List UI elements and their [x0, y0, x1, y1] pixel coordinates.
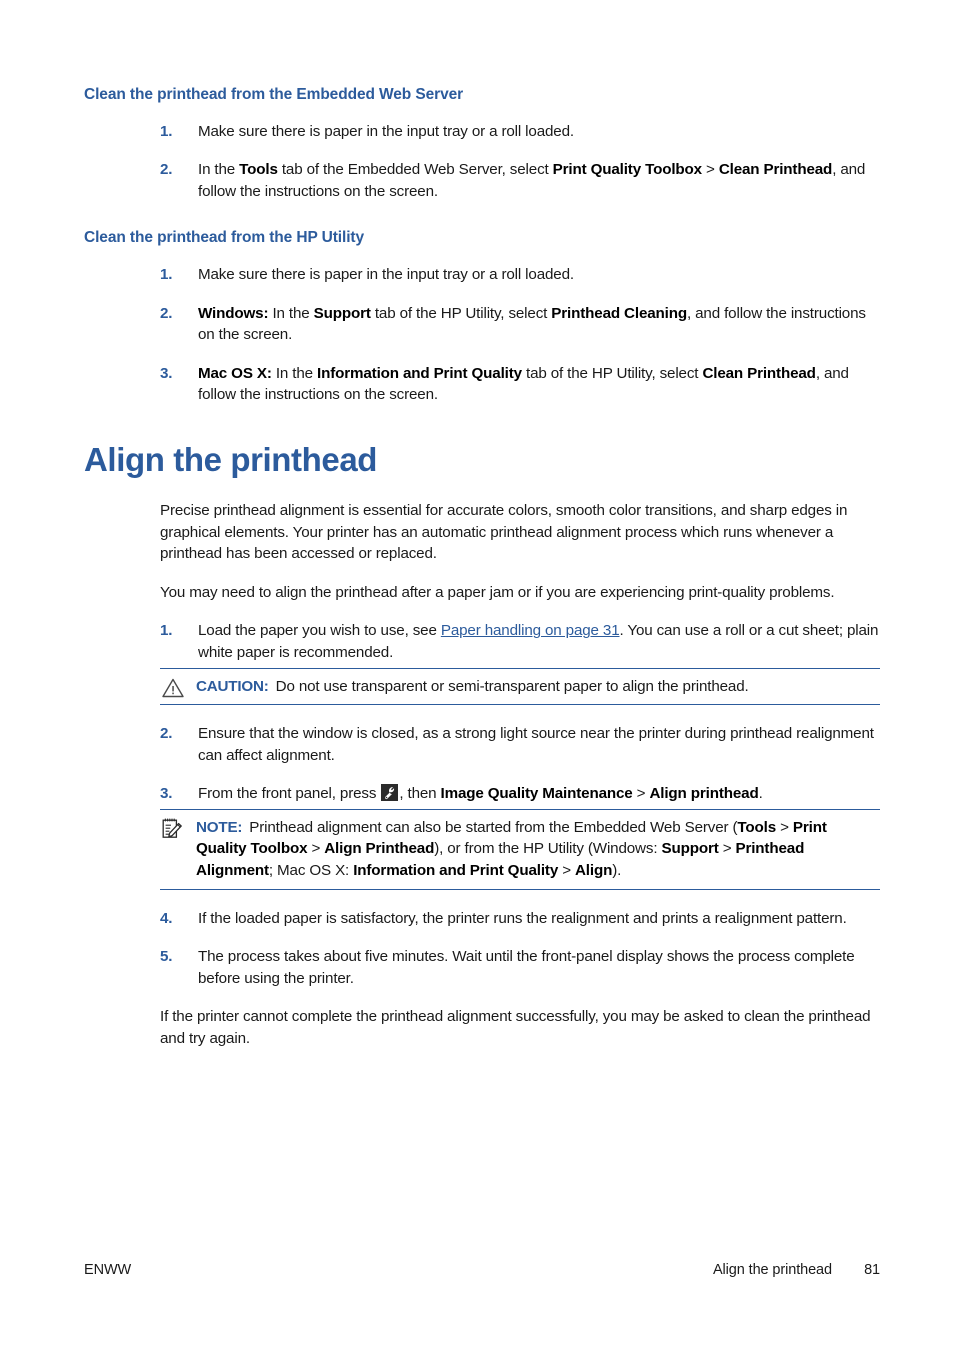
list-text: The process takes about five minutes. Wa… — [198, 948, 855, 987]
list-text: Make sure there is paper in the input tr… — [198, 265, 574, 283]
list-item: 4. If the loaded paper is satisfactory, … — [84, 908, 880, 930]
page-content: Clean the printhead from the Embedded We… — [84, 86, 880, 1067]
list-item: 2. Ensure that the window is closed, as … — [84, 723, 880, 766]
list-text: Windows: In the Support tab of the HP Ut… — [198, 304, 866, 344]
ews-steps-list: 1. Make sure there is paper in the input… — [84, 121, 880, 203]
list-text: In the Tools tab of the Embedded Web Ser… — [198, 161, 866, 200]
align-steps-list-part1: 1. Load the paper you wish to use, see P… — [84, 620, 880, 663]
document-page: Clean the printhead from the Embedded We… — [0, 0, 954, 1350]
list-text: Ensure that the window is closed, as a s… — [198, 725, 874, 764]
heading-clean-printhead-hp-utility: Clean the printhead from the HP Utility — [84, 229, 365, 247]
footer-page-number: 81 — [864, 1262, 880, 1278]
intro-paragraph-1: Precise printhead alignment is essential… — [160, 502, 848, 563]
list-item: 1. Make sure there is paper in the input… — [84, 121, 880, 143]
list-text: Mac OS X: In the Information and Print Q… — [198, 364, 849, 404]
list-number: 5. — [160, 948, 173, 966]
list-text: From the front panel, press , then Image… — [198, 784, 763, 803]
page-title: Align the printhead — [84, 440, 378, 478]
list-number: 2. — [160, 725, 173, 743]
list-number: 1. — [160, 122, 173, 140]
list-item: 1. Load the paper you wish to use, see P… — [84, 620, 880, 663]
caution-box-inner: CAUTION: Do not use transparent or semi-t… — [160, 667, 880, 706]
list-number: 1. — [160, 265, 173, 283]
step3-suffix: , then Image Quality Maintenance > Align… — [399, 785, 763, 803]
list-number: 1. — [160, 622, 173, 640]
step3-prefix: From the front panel, press — [198, 785, 381, 803]
page-footer: ENWW Align the printhead 81 — [84, 1262, 880, 1284]
paper-handling-link[interactable]: Paper handling on page 31 — [441, 622, 620, 639]
align-steps-list-part3: 4. If the loaded paper is satisfactory, … — [84, 908, 880, 990]
closing-paragraph: If the printer cannot complete the print… — [160, 1008, 871, 1047]
hputility-steps-list: 1. Make sure there is paper in the input… — [84, 264, 880, 406]
footer-right-group: Align the printhead 81 — [713, 1262, 880, 1278]
align-steps-list-part2: 2. Ensure that the window is closed, as … — [84, 723, 880, 805]
note-label: NOTE: — [196, 818, 243, 836]
list-number: 3. — [160, 364, 173, 382]
list-item: 5. The process takes about five minutes.… — [84, 946, 880, 989]
note-box-inner: NOTE: Printhead alignment can also be sta… — [160, 808, 880, 890]
caution-label: CAUTION: — [196, 677, 269, 695]
note-body: NOTE: Printhead alignment can also be sta… — [196, 817, 880, 882]
list-number: 4. — [160, 909, 173, 927]
list-text: If the loaded paper is satisfactory, the… — [198, 909, 847, 927]
caution-body: CAUTION: Do not use transparent or semi-t… — [196, 676, 880, 698]
note-box: NOTE: Printhead alignment can also be sta… — [84, 808, 880, 890]
note-pad-pencil-icon — [160, 816, 186, 842]
list-number: 2. — [160, 304, 173, 322]
caution-text: Do not use transparent or semi-transpare… — [275, 677, 749, 695]
footer-locale-code: ENWW — [84, 1262, 132, 1278]
list-item: 3. From the front panel, press , then Im… — [84, 783, 880, 805]
list-item: 3. Mac OS X: In the Information and Prin… — [84, 363, 880, 406]
caution-box: CAUTION: Do not use transparent or semi-t… — [84, 667, 880, 706]
list-number: 3. — [160, 785, 173, 803]
front-panel-tools-icon — [381, 784, 399, 802]
list-text: Make sure there is paper in the input tr… — [198, 122, 574, 140]
list-number: 2. — [160, 161, 173, 179]
list-item: 2. In the Tools tab of the Embedded Web … — [84, 159, 880, 202]
warning-triangle-icon — [160, 675, 186, 701]
footer-section-title: Align the printhead — [712, 1262, 832, 1278]
note-text: Printhead alignment can also be started … — [196, 818, 827, 880]
list-item: 2. Windows: In the Support tab of the HP… — [84, 303, 880, 346]
list-text: Load the paper you wish to use, see Pape… — [198, 622, 879, 661]
list-item: 1. Make sure there is paper in the input… — [84, 264, 880, 286]
intro-paragraph-2: You may need to align the printhead afte… — [160, 583, 835, 601]
heading-clean-printhead-ews: Clean the printhead from the Embedded We… — [84, 86, 464, 103]
